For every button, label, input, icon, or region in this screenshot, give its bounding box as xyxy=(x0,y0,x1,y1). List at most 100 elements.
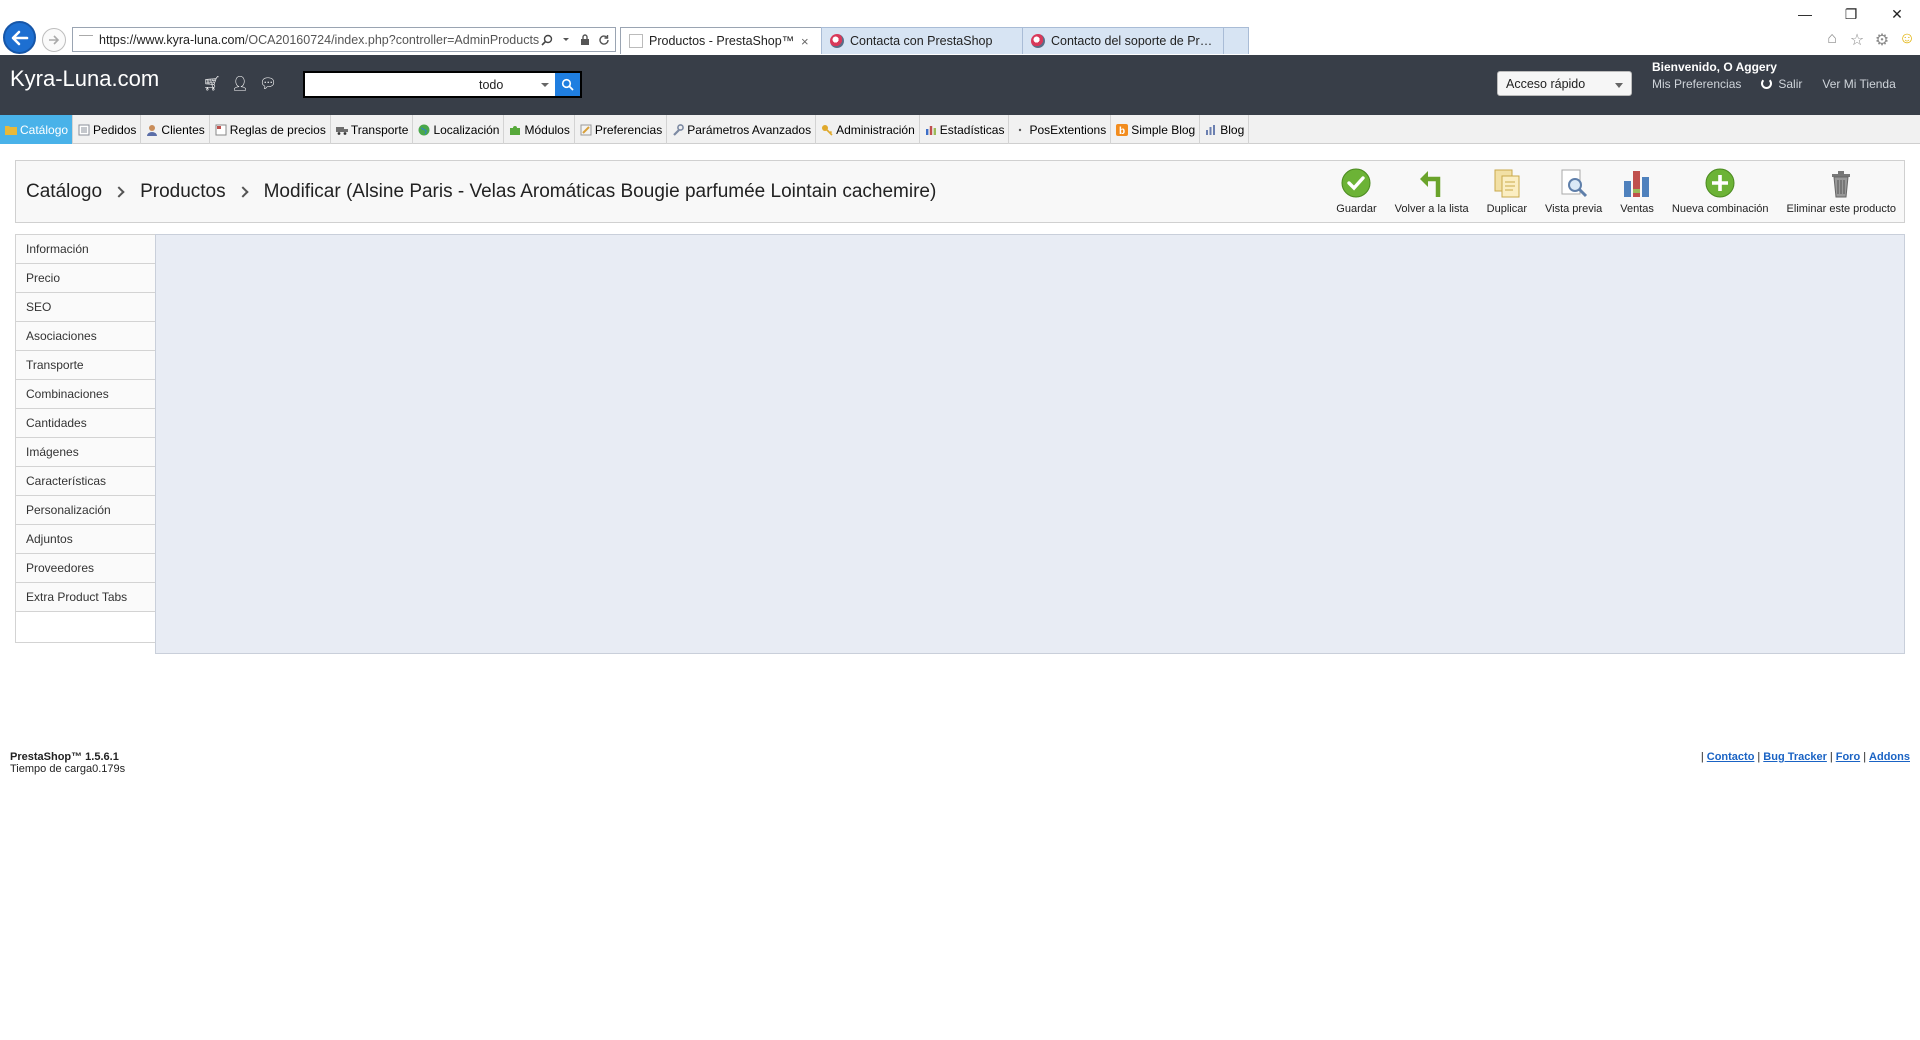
settings-gear-icon[interactable]: ⚙ xyxy=(1873,30,1891,50)
menu-item-blog[interactable]: Blog xyxy=(1200,115,1250,144)
footer-links: | Contacto | Bug Tracker | Foro | Addons xyxy=(1698,751,1910,763)
footer-separator: | xyxy=(1757,751,1761,763)
product-tab-item[interactable]: Características xyxy=(16,467,155,496)
product-tab-item[interactable]: Combinaciones xyxy=(16,380,155,409)
logout-link[interactable]: Salir xyxy=(1761,77,1802,91)
menu-item-clientes[interactable]: Clientes xyxy=(141,115,210,144)
product-tab-item[interactable]: Adjuntos xyxy=(16,525,155,554)
restore-button[interactable]: ❐ xyxy=(1828,0,1874,28)
menu-item-label: PosExtentions xyxy=(1029,122,1107,137)
toolbar-button-label: Duplicar xyxy=(1486,203,1527,215)
menu-item-administración[interactable]: Administración xyxy=(816,115,920,144)
menu-item-pedidos[interactable]: Pedidos xyxy=(73,115,142,144)
quick-access-select[interactable]: Acceso rápido xyxy=(1497,71,1632,96)
search-scope-select[interactable]: todo xyxy=(473,73,555,96)
menu-item-posextentions[interactable]: PosExtentions xyxy=(1009,115,1112,144)
vista-previa-button[interactable]: Vista previa xyxy=(1545,167,1602,215)
footer-separator: | xyxy=(1829,751,1833,763)
tab-title: Contacto del soporte de Presta... xyxy=(1051,34,1215,48)
lock-icon[interactable] xyxy=(577,32,593,48)
footer-link-foro[interactable]: Foro xyxy=(1836,751,1860,763)
back-button[interactable] xyxy=(3,21,36,54)
refresh-icon[interactable] xyxy=(596,32,612,48)
smiley-icon[interactable]: ☺ xyxy=(1898,30,1916,50)
key-icon xyxy=(821,124,833,136)
footer-link-bug-tracker[interactable]: Bug Tracker xyxy=(1763,751,1827,763)
product-tab-item[interactable]: Cantidades xyxy=(16,409,155,438)
add-plus-icon xyxy=(1704,167,1736,199)
product-tab-item[interactable]: Transporte xyxy=(16,351,155,380)
footer-link-contacto[interactable]: Contacto xyxy=(1707,751,1755,763)
menu-item-localización[interactable]: Localización xyxy=(413,115,505,144)
logout-label: Salir xyxy=(1778,77,1803,91)
shop-name[interactable]: Kyra-Luna.com xyxy=(10,66,159,92)
url-path: /OCA20160724/index.php?controller=AdminP… xyxy=(244,32,539,47)
menu-item-label: Clientes xyxy=(161,122,205,137)
menu-item-label: Blog xyxy=(1220,122,1245,137)
address-bar[interactable]: https://www.kyra-luna.com/OCA20160724/in… xyxy=(72,27,616,52)
browser-tools: ⌂ ☆ ⚙ ☺ xyxy=(1823,30,1916,50)
my-preferences-link[interactable]: Mis Preferencias xyxy=(1652,77,1741,91)
browser-tab-productos[interactable]: Productos - PrestaShop™ × xyxy=(620,27,822,54)
product-tab-item[interactable]: Información xyxy=(16,235,155,264)
product-tab-item[interactable]: Personalización xyxy=(16,496,155,525)
product-tab-item[interactable]: Extra Product Tabs xyxy=(16,583,155,612)
eliminar-este-producto-button[interactable]: Eliminar este producto xyxy=(1787,167,1896,215)
minimize-button[interactable]: — xyxy=(1782,0,1828,28)
forward-button[interactable] xyxy=(42,28,66,52)
menu-item-transporte[interactable]: Transporte xyxy=(331,115,414,144)
preferences-icon xyxy=(580,124,592,136)
menu-item-módulos[interactable]: Módulos xyxy=(504,115,575,144)
search-button[interactable] xyxy=(555,73,580,96)
browser-tab-soporte[interactable]: Contacto del soporte de Presta... xyxy=(1022,27,1224,54)
menu-item-catálogo[interactable]: Catálogo xyxy=(0,115,74,144)
footer-separator: | xyxy=(1863,751,1867,763)
favorites-star-icon[interactable]: ☆ xyxy=(1848,30,1866,50)
nueva-combinación-button[interactable]: Nueva combinación xyxy=(1672,167,1769,215)
toolbar-button-label: Eliminar este producto xyxy=(1786,203,1896,215)
close-window-button[interactable]: ✕ xyxy=(1874,0,1920,28)
guardar-button[interactable]: Guardar xyxy=(1336,167,1377,215)
user-icon xyxy=(146,124,158,136)
menu-item-simple-blog[interactable]: b Simple Blog xyxy=(1111,115,1201,144)
menu-item-parámetros-avanzados[interactable]: Parámetros Avanzados xyxy=(667,115,817,144)
back-arrow-icon xyxy=(1416,167,1448,199)
menu-item-label: Administración xyxy=(836,122,915,137)
address-url[interactable]: https://www.kyra-luna.com/OCA20160724/in… xyxy=(99,33,539,47)
toolbar-button-label: Vista previa xyxy=(1545,203,1603,215)
tab-title: Contacta con PrestaShop xyxy=(850,34,993,48)
breadcrumb-productos[interactable]: Productos xyxy=(140,181,226,203)
menu-item-reglas-de-precios[interactable]: Reglas de precios xyxy=(210,115,331,144)
menu-item-estadísticas[interactable]: Estadísticas xyxy=(920,115,1010,144)
view-shop-link[interactable]: Ver Mi Tienda xyxy=(1822,77,1895,91)
browser-tab-contacta[interactable]: Contacta con PrestaShop xyxy=(821,27,1023,54)
messages-icon[interactable]: 💬︎ xyxy=(259,75,277,92)
duplicar-button[interactable]: Duplicar xyxy=(1487,167,1527,215)
back-arrow-icon xyxy=(11,30,29,46)
dropdown-chevron-icon[interactable] xyxy=(558,32,574,48)
product-tab-item[interactable]: Proveedores xyxy=(16,554,155,583)
toolbar-button-label: Volver a la lista xyxy=(1394,203,1469,215)
product-tab-item[interactable]: Precio xyxy=(16,264,155,293)
browser-toolbar: https://www.kyra-luna.com/OCA20160724/in… xyxy=(0,0,1920,55)
product-tab-item[interactable]: SEO xyxy=(16,293,155,322)
footer-link-addons[interactable]: Addons xyxy=(1869,751,1910,763)
ventas-button[interactable]: Ventas xyxy=(1620,167,1654,215)
customers-icon[interactable]: 👤︎ xyxy=(231,75,249,92)
close-icon[interactable]: × xyxy=(801,34,813,49)
chevron-right-icon xyxy=(236,186,249,198)
cart-icon[interactable]: 🛒︎ xyxy=(203,75,221,92)
home-icon[interactable]: ⌂ xyxy=(1823,30,1841,50)
menu-item-label: Estadísticas xyxy=(939,122,1005,137)
menu-item-preferencias[interactable]: Preferencias xyxy=(575,115,668,144)
search-input[interactable] xyxy=(305,73,473,96)
product-tab-item[interactable]: Asociaciones xyxy=(16,322,155,351)
volver-a-la-lista-button[interactable]: Volver a la lista xyxy=(1395,167,1469,215)
new-tab-button[interactable] xyxy=(1223,27,1249,54)
load-time-text: Tiempo de carga0.179s xyxy=(10,763,126,775)
breadcrumb-catalogo[interactable]: Catálogo xyxy=(26,181,102,203)
product-tab-item[interactable]: Imágenes xyxy=(16,438,155,467)
tab-title: Productos - PrestaShop™ xyxy=(649,34,795,48)
search-icon[interactable] xyxy=(539,32,555,48)
header-notifications: 🛒︎ 👤︎ 💬︎ xyxy=(203,75,277,92)
